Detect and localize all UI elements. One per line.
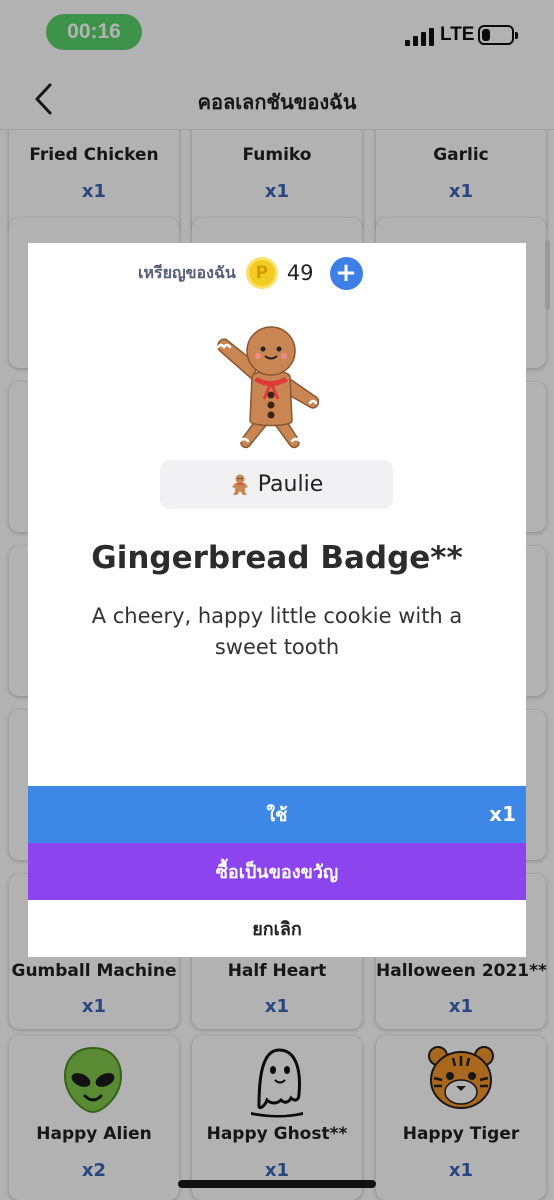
buy-as-gift-button[interactable]: ซื้อเป็นของขวัญ [28,843,526,900]
owner-name: Paulie [257,472,324,497]
gingerbread-icon [216,326,320,449]
badge-description: A cheery, happy little cookie with a swe… [91,604,463,659]
gift-button-label: ซื้อเป็นของขวัญ [215,862,339,883]
scrollbar[interactable] [545,240,550,310]
coin-icon: P [245,257,278,289]
cancel-button-label: ยกเลิก [252,919,302,940]
cancel-button[interactable]: ยกเลิก [28,900,526,957]
plus-icon[interactable]: + [329,256,363,290]
home-indicator[interactable] [178,1180,376,1188]
badge-title: Gingerbread Badge** [91,540,463,576]
use-count: x1 [489,802,516,826]
coins-label: เหรียญของฉัน [138,262,236,282]
coins-value: 49 [286,261,314,285]
coins-balance: เหรียญของฉัน P 49 + [138,256,363,290]
owner-pill: Paulie [160,460,393,509]
gingerbread-icon [231,474,248,495]
use-button[interactable]: ใช้ x1 [28,786,526,843]
badge-detail-modal: เหรียญของฉัน P 49 + Paulie Gingerbread B… [28,243,526,957]
use-button-label: ใช้ [266,805,288,826]
